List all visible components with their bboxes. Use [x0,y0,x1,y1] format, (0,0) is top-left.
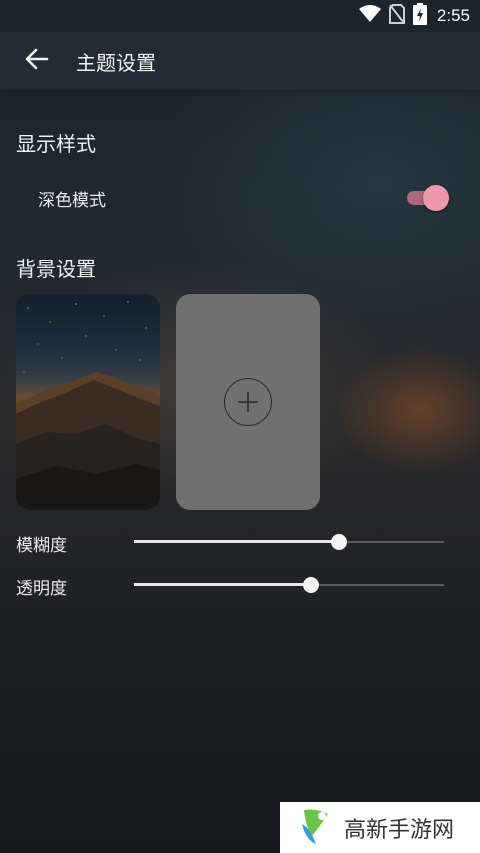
blur-slider[interactable] [134,532,444,552]
arrow-left-icon [25,47,49,75]
page-title: 主题设置 [76,50,156,75]
mountain-night-photo [16,301,160,510]
opacity-slider[interactable] [134,575,444,595]
app-bar: 主题设置 [0,32,480,90]
gaoxin-logo-icon [298,806,334,850]
no-sim-icon [388,4,405,28]
watermark-text: 高新手游网 [344,817,455,843]
dark-mode-toggle[interactable] [407,184,451,212]
watermark: 高新手游网 [280,802,480,853]
wifi-icon [358,5,381,27]
status-time: 2:55 [436,6,470,25]
status-bar: 2:55 [0,0,480,32]
slider-knob[interactable] [330,534,347,550]
slider-knob[interactable] [302,577,319,593]
back-button[interactable] [0,32,76,90]
plus-circle-icon [224,378,272,426]
blur-label: 模糊度 [16,536,67,556]
display-section-title: 显示样式 [16,132,96,156]
add-background-button[interactable] [176,294,320,510]
background-thumbnail-mountain[interactable] [16,294,160,510]
slider-fill [134,540,339,543]
dark-mode-label: 深色模式 [38,191,106,211]
opacity-label: 透明度 [16,579,67,599]
slider-fill [134,583,311,586]
background-section-title: 背景设置 [16,257,96,281]
battery-charging-icon [412,3,427,29]
toggle-thumb [423,185,449,211]
